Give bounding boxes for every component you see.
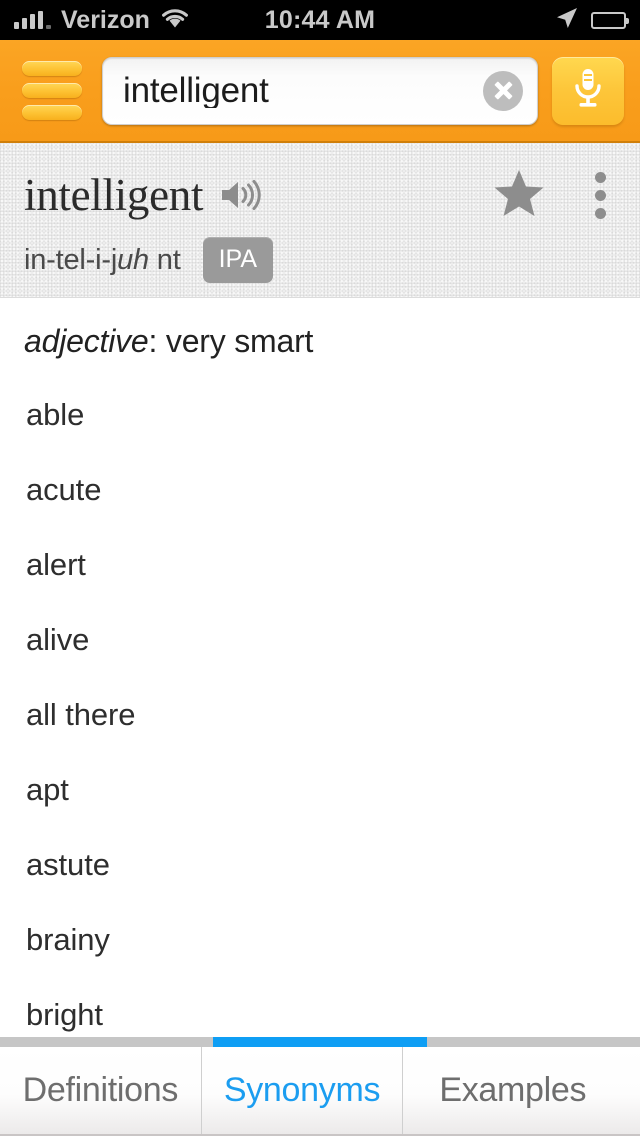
list-item[interactable]: all there [24, 699, 616, 730]
star-icon[interactable] [493, 168, 545, 223]
microphone-icon [570, 66, 606, 115]
list-item[interactable]: alive [24, 624, 616, 655]
header-actions [493, 168, 620, 223]
tab-indicator-synonyms [213, 1037, 427, 1047]
pronunciation-stress: uh [117, 243, 149, 276]
app-root: Verizon 10:44 AM intelligent intelligent… [0, 0, 640, 1136]
sense-separator: : [148, 323, 166, 359]
status-bar-left: Verizon [14, 7, 190, 34]
pronunciation: in-tel-i-juh nt [24, 243, 181, 276]
part-of-speech: adjective [24, 323, 149, 359]
sense-text: very smart [165, 323, 314, 359]
clear-icon[interactable] [483, 70, 523, 111]
speaker-icon[interactable] [219, 178, 263, 217]
list-item[interactable]: brainy [24, 924, 616, 955]
page-title: intelligent [24, 169, 204, 220]
signal-bars-icon [14, 11, 51, 29]
word-header: intelligent in-tel-i-juh nt IPA [0, 143, 640, 298]
tab-synonyms[interactable]: Synonyms [200, 1047, 403, 1134]
search-input-value: intelligent [123, 73, 269, 108]
tab-definitions[interactable]: Definitions [0, 1047, 201, 1134]
list-item[interactable]: apt [24, 774, 616, 805]
tab-indicator-track [0, 1037, 640, 1047]
list-item[interactable]: astute [24, 849, 616, 880]
pronunciation-suffix: nt [148, 243, 181, 276]
pronunciation-row: in-tel-i-juh nt IPA [24, 237, 620, 283]
synonym-list: able acute alert alive all there apt astute bra… [24, 399, 616, 1037]
search-input[interactable]: intelligent [102, 56, 538, 125]
tab-indicator-examples [426, 1037, 640, 1047]
battery-icon [591, 11, 629, 29]
tab-examples[interactable]: Examples [402, 1047, 640, 1134]
tab-bar: Definitions Synonyms Examples [0, 1037, 640, 1136]
pronunciation-prefix: in-tel-i-j [24, 243, 118, 276]
wifi-icon [160, 7, 190, 34]
voice-search-button[interactable] [552, 56, 624, 125]
list-item[interactable]: acute [24, 474, 616, 505]
carrier-label: Verizon [61, 5, 150, 34]
search-toolbar: intelligent [0, 40, 640, 143]
sense-line: adjective: very smart [24, 325, 616, 357]
synonyms-panel: adjective: very smart able acute alert aliv… [0, 299, 640, 1037]
list-item[interactable]: able [24, 399, 616, 430]
list-item[interactable]: bright [24, 999, 616, 1030]
hamburger-menu-icon[interactable] [16, 61, 88, 121]
tab-list: Definitions Synonyms Examples [0, 1047, 640, 1136]
status-bar-right [555, 6, 629, 35]
overflow-menu-icon[interactable] [591, 168, 610, 223]
headword-row: intelligent [24, 167, 620, 223]
status-bar: Verizon 10:44 AM [0, 0, 640, 40]
tab-indicator-definitions [0, 1037, 214, 1047]
list-item[interactable]: alert [24, 549, 616, 580]
location-arrow-icon [555, 6, 579, 35]
ipa-badge[interactable]: IPA [202, 237, 274, 283]
